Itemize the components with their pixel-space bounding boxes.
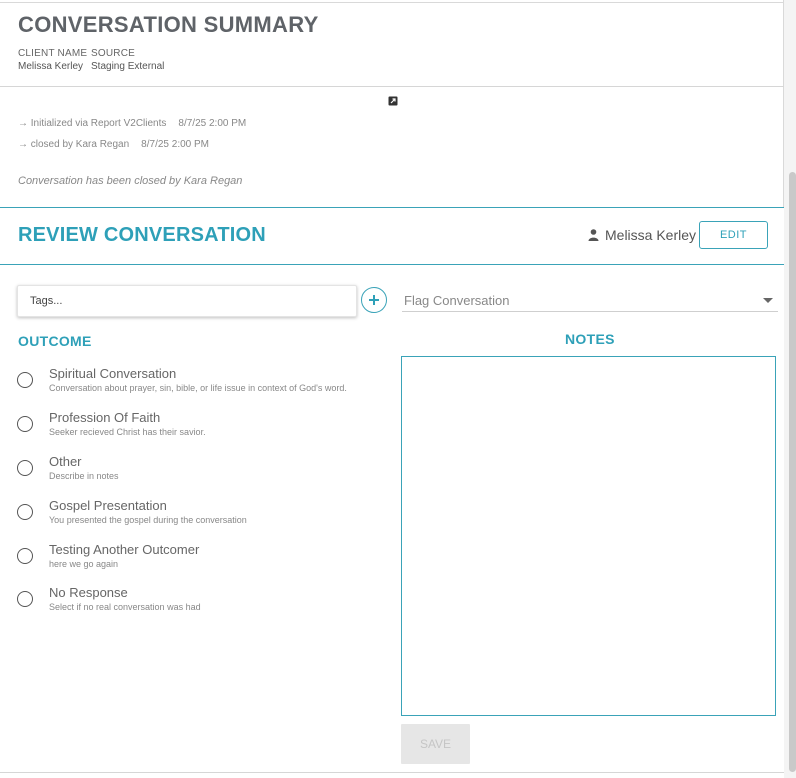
outcome-description: Describe in notes [49,471,119,481]
flag-placeholder: Flag Conversation [404,293,510,308]
outcome-title: Gospel Presentation [49,498,167,513]
scrollbar-thumb[interactable] [789,172,796,772]
outcome-title: Other [49,454,82,469]
radio-button[interactable] [17,460,33,476]
radio-button[interactable] [17,416,33,432]
notes-textarea[interactable] [401,356,776,716]
bottom-divider [0,772,784,773]
log-entry-time: 8/7/25 2:00 PM [178,118,247,129]
add-tag-button[interactable] [361,287,387,313]
outcome-title: Spiritual Conversation [49,366,177,381]
radio-button[interactable] [17,504,33,520]
outcome-description: here we go again [49,559,119,569]
log-entry-text: → closed by Kara Regan [18,139,130,150]
summary-divider [0,86,784,87]
log-entry: → Initialized via Report V2Clients 8/7/25… [18,118,246,129]
outcome-header: OUTCOME [18,333,92,349]
closed-status-note: Conversation has been closed by Kara Reg… [18,175,243,187]
plus-icon [369,295,379,305]
log-entry-time: 8/7/25 2:00 PM [141,139,209,150]
client-name-label: CLIENT NAME [18,48,88,59]
tags-placeholder: Tags... [30,295,63,307]
outcome-description: You presented the gospel during the conv… [49,515,247,525]
flag-conversation-select[interactable]: Flag Conversation [402,290,778,312]
review-top-divider [0,207,784,208]
notes-header: NOTES [565,331,615,347]
review-bottom-divider [0,264,784,265]
conversation-page: CONVERSATION SUMMARY CLIENT NAME Melissa… [0,0,784,778]
outcome-title: Testing Another Outcomer [49,542,200,557]
top-divider [0,2,784,3]
tags-input[interactable]: Tags... [17,285,357,317]
outcome-description: Conversation about prayer, sin, bible, o… [49,383,347,393]
external-link-icon[interactable] [388,96,398,106]
assignee-name: Melissa Kerley [605,227,697,243]
edit-button[interactable]: EDIT [699,221,768,249]
outcome-title: Profession Of Faith [49,410,161,425]
log-entry: → closed by Kara Regan 8/7/25 2:00 PM [18,139,209,150]
radio-button[interactable] [17,372,33,388]
summary-title: CONVERSATION SUMMARY [18,12,319,37]
save-button[interactable]: SAVE [401,724,470,764]
radio-button[interactable] [17,548,33,564]
outcome-description: Seeker recieved Christ has their savior. [49,427,206,437]
assignee: Melissa Kerley [588,227,696,243]
outcome-title: No Response [49,585,128,600]
review-title: REVIEW CONVERSATION [18,224,266,246]
source-label: SOURCE [91,48,135,59]
user-icon [588,229,599,241]
log-entry-text: → Initialized via Report V2Clients [18,118,167,129]
radio-button[interactable] [17,591,33,607]
caret-down-icon[interactable] [763,298,773,303]
client-name-value: Melissa Kerley [18,61,84,72]
source-value: Staging External [91,61,165,72]
outcome-description: Select if no real conversation was had [49,602,201,612]
